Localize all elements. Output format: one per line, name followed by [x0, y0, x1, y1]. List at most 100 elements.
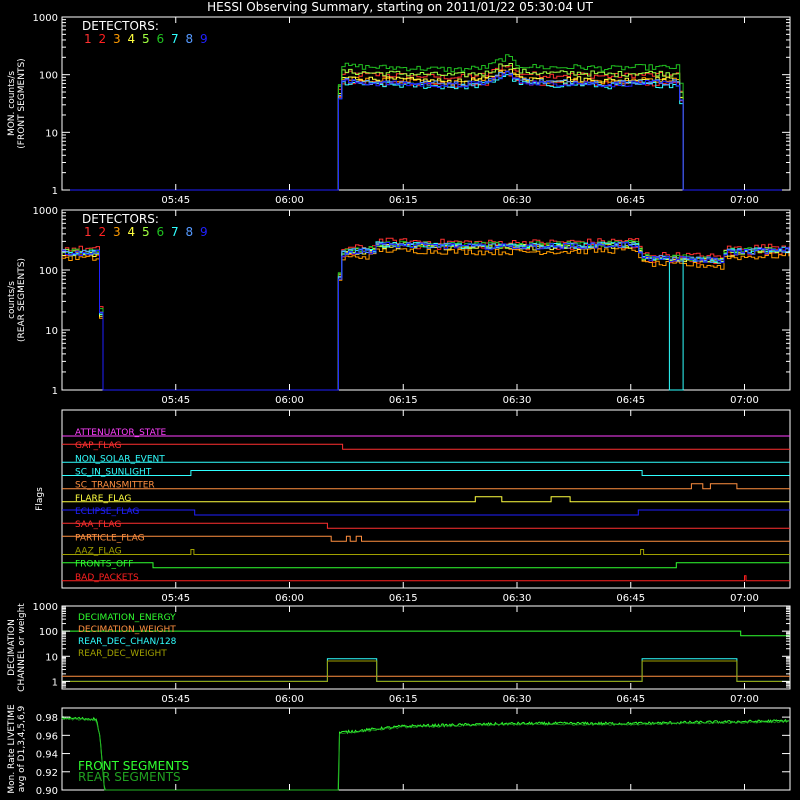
livetime-y-tick-label: 0.98 — [36, 713, 58, 724]
flags-panel-frame — [61, 409, 791, 589]
flag-label-non-solar-event: NON_SOLAR_EVENT — [75, 454, 165, 464]
flag-label-saa-flag: SAA_FLAG — [75, 520, 121, 530]
flag-label-aaz-flag: AAZ_FLAG — [75, 547, 122, 557]
rear-legend-detector-4: 4 — [128, 225, 136, 239]
flags-y-label: Flags — [35, 487, 45, 511]
rear-x-tick-label: 07:00 — [730, 395, 759, 406]
decimation-x-tick-label: 05:45 — [161, 694, 190, 705]
front-legend-detector-1: 1 — [84, 32, 92, 46]
front-y-tick-label: 10 — [45, 128, 58, 139]
rear-y-label: (REAR SEGMENTS) — [17, 258, 27, 342]
decimation-plot: DECIMATION_ENERGY DECIMATION_WEIGHT REAR_D… — [62, 613, 790, 682]
decimation-y-tick-label: 100 — [39, 627, 58, 638]
livetime-y-tick-label: 0.94 — [36, 750, 58, 761]
flag-label-particle-flag: PARTICLE_FLAG — [75, 533, 145, 543]
decimation-y-label: DECIMATION — [7, 619, 17, 676]
flag-label-sc-transmitter: SC_TRANSMITTER — [75, 481, 155, 491]
axes-labels: 05:45 06:00 06:15 06:30 06:45 07:00 05:45 06:00… — [7, 13, 790, 797]
front-x-tick-label: 05:45 — [161, 195, 190, 206]
decimation-x-tick-label: 06:15 — [389, 694, 418, 705]
livetime-y-label: Mon. Rate LIVETIME — [7, 704, 17, 794]
rear-y-tick-label: 1 — [52, 386, 58, 397]
flags-x-tick-label: 06:15 — [389, 593, 418, 604]
flag-label-attenuator-state: ATTENUATOR_STATE — [75, 428, 167, 438]
flags-x-tick-label: 06:00 — [275, 593, 304, 604]
livetime-y-tick-label: 0.92 — [36, 768, 58, 779]
front-y-tick-label: 100 — [39, 71, 58, 82]
livetime-plot: FRONT SEGMENTSREAR SEGMENTS — [61, 715, 789, 791]
front-legend-detector-3: 3 — [113, 32, 121, 46]
livetime-y-tick-label: 0.96 — [36, 731, 58, 742]
rear-x-tick-label: 06:00 — [275, 395, 304, 406]
rear-legend-detector-5: 5 — [142, 225, 150, 239]
flag-line-particle-flag — [62, 535, 790, 542]
decimation-legend-decimation-energy: DECIMATION_ENERGY — [78, 613, 176, 623]
rear-legend-detector-2: 2 — [99, 225, 107, 239]
rear-y-label: counts/s — [7, 281, 17, 319]
flag-label-gap-flag: GAP_FLAG — [75, 441, 121, 451]
decimation-series-rear-dec-chan-128 — [62, 658, 790, 682]
flag-line-sc-transmitter — [62, 483, 790, 490]
summary-figure: DETECTORS:1 2 3 4 5 6 7 8 9 DETECTORS:1 2 3 4 5 6 7 8 9 … — [7, 13, 791, 797]
flags-x-tick-label: 06:45 — [616, 593, 645, 604]
front-legend-detector-7: 7 — [171, 32, 179, 46]
rear-legend-detector-8: 8 — [186, 225, 194, 239]
flags-x-tick-label: 06:30 — [503, 593, 532, 604]
rear-series-detector-8 — [62, 241, 790, 391]
front-legend-title: DETECTORS: — [82, 19, 159, 33]
decimation-x-tick-label: 06:00 — [275, 694, 304, 705]
front-x-tick-label: 06:30 — [503, 195, 532, 206]
rear-series-detector-9 — [62, 242, 790, 391]
decimation-x-tick-label: 06:30 — [503, 694, 532, 705]
rear-y-tick-label: 100 — [39, 266, 58, 277]
front-legend-detector-2: 2 — [99, 32, 107, 46]
flag-label-bad-packets: BAD_PACKETS — [75, 573, 139, 583]
flag-label-sc-in-sunlight: SC_IN_SUNLIGHT — [75, 468, 152, 478]
livetime-y-tick-label: 0.90 — [36, 786, 58, 797]
flags-x-tick-label: 05:45 — [161, 593, 190, 604]
flag-line-bad-packets — [62, 575, 790, 582]
flag-line-sc-in-sunlight — [62, 470, 790, 476]
rear-series-detector-3 — [62, 247, 790, 391]
rear-y-tick-label: 10 — [45, 326, 58, 337]
front-legend-detector-9: 9 — [200, 32, 208, 46]
livetime-legend-rear-segments: REAR SEGMENTS — [78, 770, 181, 784]
decimation-legend-decimation-weight: DECIMATION_WEIGHT — [78, 625, 176, 635]
flag-label-eclipse-flag: ECLIPSE_FLAG — [75, 507, 139, 517]
front-x-tick-label: 06:15 — [389, 195, 418, 206]
rear-legend-title: DETECTORS: — [82, 212, 159, 226]
flag-line-fronts-off — [62, 562, 790, 569]
decimation-y-tick-label: 1 — [52, 677, 58, 688]
front-segments-plot: DETECTORS:1 2 3 4 5 6 7 8 9 — [62, 19, 789, 191]
decimation-legend-rear-dec-weight: REAR_DEC_WEIGHT — [78, 649, 167, 659]
front-x-tick-label: 07:00 — [730, 195, 759, 206]
rear-x-tick-label: 05:45 — [161, 395, 190, 406]
front-series-detector-6 — [62, 54, 789, 191]
rear-series-detector-4 — [62, 242, 790, 391]
flags-plot: ATTENUATOR_STATE GAP_FLAG NON_SOLAR_EVENT S… — [62, 428, 790, 583]
front-legend-detector-4: 4 — [128, 32, 136, 46]
flag-line-aaz-flag — [62, 549, 790, 555]
livetime-y-label: avg of D1,3,4,5,6,9 — [17, 705, 27, 792]
rear-legend-detector-3: 3 — [113, 225, 121, 239]
front-y-tick-label: 1 — [52, 186, 58, 197]
front-legend-detector-5: 5 — [142, 32, 150, 46]
rear-x-tick-label: 06:30 — [503, 395, 532, 406]
rear-segments-plot: DETECTORS:1 2 3 4 5 6 7 8 9 — [62, 212, 790, 391]
rear-y-tick-label: 1000 — [33, 206, 58, 217]
rear-series-detector-7 — [62, 241, 790, 391]
decimation-x-tick-label: 06:45 — [616, 694, 645, 705]
flag-line-gap-flag — [62, 443, 790, 450]
rear-series-detector-2 — [62, 242, 790, 391]
flag-line-saa-flag — [62, 522, 790, 529]
front-y-label: MON. counts/s — [7, 71, 17, 136]
front-x-tick-label: 06:00 — [275, 195, 304, 206]
rear-legend-detector-7: 7 — [171, 225, 179, 239]
front-series-detector-9 — [62, 70, 789, 191]
flag-label-flare-flag: FLARE_FLAG — [75, 494, 131, 504]
front-legend-detector-8: 8 — [186, 32, 194, 46]
decimation-legend-rear-dec-chan-128: REAR_DEC_CHAN/128 — [78, 637, 177, 647]
flag-label-fronts-off: FRONTS_OFF — [75, 560, 133, 570]
rear-legend-detector-1: 1 — [84, 225, 92, 239]
rear-legend-detector-6: 6 — [157, 225, 165, 239]
